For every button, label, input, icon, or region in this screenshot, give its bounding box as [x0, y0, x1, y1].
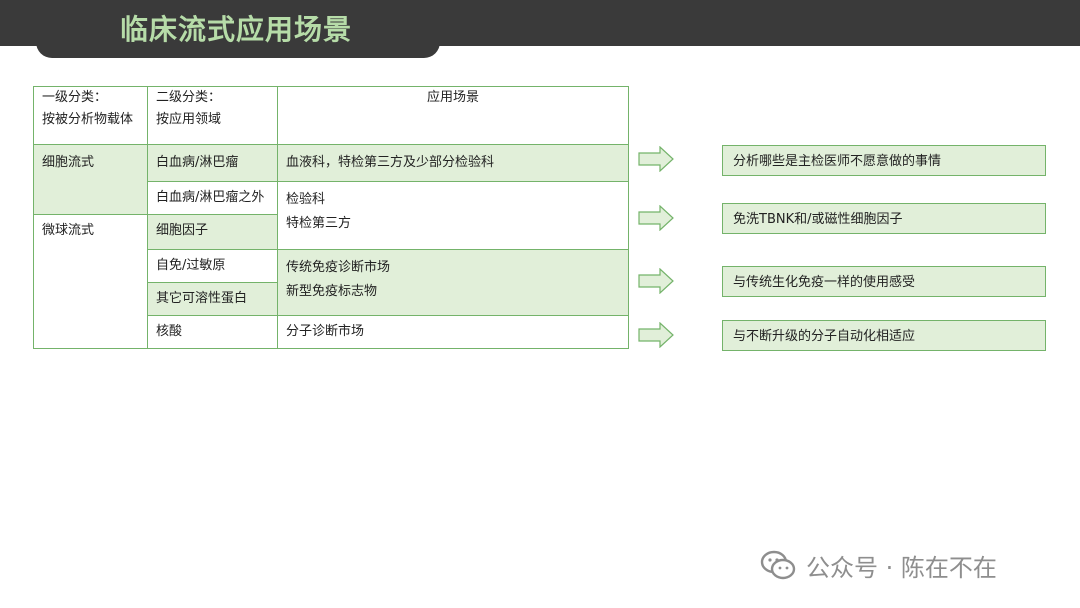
wechat-icon	[760, 550, 796, 580]
secondary-leukemia: 白血病/淋巴瘤	[147, 144, 278, 182]
page-title: 临床流式应用场景	[120, 13, 353, 46]
table-header-row: 一级分类： 按被分析物载体 二级分类： 按应用领域 应用场景	[33, 86, 629, 145]
right-arrow-icon	[638, 146, 674, 172]
right-arrow-icon	[638, 268, 674, 294]
secondary-non-leukemia: 白血病/淋巴瘤之外	[147, 181, 278, 215]
classification-table: 一级分类： 按被分析物载体 二级分类： 按应用领域 应用场景 细胞流式 白血病/…	[33, 86, 629, 349]
scenario-hematology: 血液科，特检第三方及少部分检验科	[277, 144, 629, 182]
header-secondary-title: 二级分类：	[156, 90, 222, 105]
secondary-soluble-protein: 其它可溶性蛋白	[147, 282, 278, 316]
header-primary-subtitle: 按被分析物载体	[42, 112, 134, 127]
scenario-lab: 检验科 特检第三方	[277, 181, 629, 250]
primary-cell-flow: 细胞流式	[33, 144, 148, 215]
right-arrow-icon	[638, 205, 674, 231]
scenario-immuno-line2: 新型免疫标志物	[286, 284, 378, 299]
header-scenario: 应用场景	[277, 86, 629, 145]
scenario-immuno-line1: 传统免疫诊断市场	[286, 260, 391, 275]
note-box-4: 与不断升级的分子自动化相适应	[722, 320, 1046, 351]
table-row: 细胞流式 白血病/淋巴瘤 血液科，特检第三方及少部分检验科	[33, 144, 629, 215]
header-primary-title: 一级分类：	[42, 90, 108, 105]
watermark: 公众号 · 陈在不在	[760, 548, 997, 582]
watermark-text: 公众号 · 陈在不在	[806, 553, 997, 582]
right-arrow-icon	[638, 322, 674, 348]
primary-bead-flow: 微球流式	[33, 214, 148, 349]
note-box-3: 与传统生化免疫一样的使用感受	[722, 266, 1046, 297]
secondary-nucleic-acid: 核酸	[147, 315, 278, 349]
scenario-lab-line1: 检验科	[286, 192, 326, 207]
note-box-1: 分析哪些是主检医师不愿意做的事情	[722, 145, 1046, 176]
header-primary-category: 一级分类： 按被分析物载体	[33, 86, 148, 145]
scenario-molecular: 分子诊断市场	[277, 315, 629, 349]
note-box-2: 免洗TBNK和/或磁性细胞因子	[722, 203, 1046, 234]
scenario-immuno: 传统免疫诊断市场 新型免疫标志物	[277, 249, 629, 316]
secondary-cytokine: 细胞因子	[147, 214, 278, 250]
header-secondary-subtitle: 按应用领域	[156, 112, 222, 127]
header-secondary-category: 二级分类： 按应用领域	[147, 86, 278, 145]
scenario-lab-line2: 特检第三方	[286, 216, 352, 231]
secondary-autoimmune: 自免/过敏原	[147, 249, 278, 283]
